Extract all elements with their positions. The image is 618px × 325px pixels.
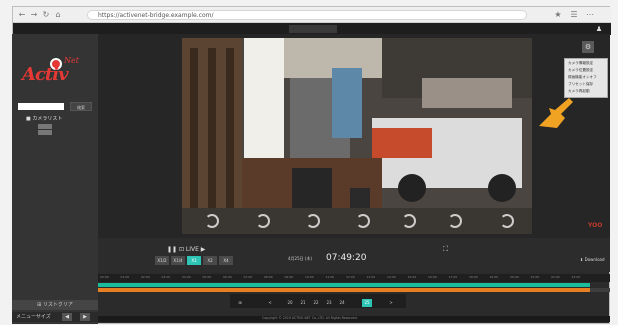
speed-button[interactable]: X4 xyxy=(219,256,233,265)
speed-button[interactable]: X1/4 xyxy=(171,256,185,265)
camera-tree-item[interactable] xyxy=(38,124,52,129)
menu-icon[interactable]: ☰ xyxy=(569,10,579,20)
timeline-tick-label: 03:00 xyxy=(161,275,171,279)
timeline-tick-label: 01:00 xyxy=(120,275,130,279)
logo: Activ Net xyxy=(22,56,92,90)
timeline-tick-label: 06:00 xyxy=(223,275,232,279)
pager-page-active[interactable]: 25 xyxy=(362,299,372,307)
timeline-tick-label: 02:00 xyxy=(141,275,150,279)
address-bar[interactable]: https://activenet-bridge.example.com/ xyxy=(87,10,527,20)
camera-search-input[interactable] xyxy=(18,103,64,110)
camera-tree-root[interactable]: ■ カメラリスト xyxy=(26,116,62,123)
timeline-tick-label: 00:00 xyxy=(100,275,109,279)
timeline-tick-label: 04:00 xyxy=(182,275,191,279)
timeline-tick-label: 15:00 xyxy=(407,275,417,279)
timeline-tick-label: 05:00 xyxy=(202,275,212,279)
timeline-tick-label: 20:00 xyxy=(510,275,519,279)
speed-button[interactable]: X1/2 xyxy=(155,256,169,265)
timeline-tick-label: 19:00 xyxy=(489,275,499,279)
download-button[interactable]: ⬇ Download xyxy=(580,257,605,262)
timeline-tick-label: 23:00 xyxy=(571,275,581,279)
timeline-tick-label: 13:00 xyxy=(366,275,376,279)
timeline-tick-label: 18:00 xyxy=(469,275,478,279)
search-button[interactable]: 検索 xyxy=(70,102,92,111)
timeline-tick-label: 09:00 xyxy=(284,275,294,279)
context-menu-item[interactable]: 録画機能オンオフ xyxy=(568,75,597,80)
forward-icon[interactable] xyxy=(500,214,514,228)
rewind-icon[interactable] xyxy=(205,214,219,228)
app-title xyxy=(289,25,337,33)
forward-icon[interactable] xyxy=(402,214,416,228)
context-menu: カメラ情報設定 カメラ位置設定 録画機能オンオフ プリセット保存 カメラ再起動 xyxy=(564,58,608,98)
context-menu-item[interactable]: プリセット保存 xyxy=(568,82,593,87)
forward-icon[interactable]: → xyxy=(29,10,39,20)
reload-icon[interactable]: ↻ xyxy=(41,10,51,20)
pager-page[interactable]: 21 xyxy=(298,299,308,307)
back-icon[interactable]: ← xyxy=(17,10,27,20)
pager-page[interactable]: 23 xyxy=(324,299,334,307)
timeline-tick-label: 17:00 xyxy=(448,275,458,279)
date-label: 4月25日 (木) xyxy=(288,256,313,261)
pointing-hand-icon xyxy=(539,98,573,128)
more-icon[interactable]: ⋯ xyxy=(585,10,595,20)
live-toggle[interactable]: ❚❚ ⊡ LIVE ▶ xyxy=(167,246,205,253)
timeline-tick-label: 11:00 xyxy=(325,275,335,279)
timeline-event-bar[interactable] xyxy=(98,288,590,292)
pager-page[interactable]: 22 xyxy=(311,299,321,307)
pager-page[interactable]: 20 xyxy=(285,299,295,307)
timeline-tick-label: 08:00 xyxy=(264,275,273,279)
fullscreen-icon[interactable]: ⛶ xyxy=(443,245,448,254)
time-label: 07:49:20 xyxy=(326,253,367,263)
settings-gear-icon[interactable]: ⚙ xyxy=(582,41,594,53)
camera-video[interactable] xyxy=(182,38,532,234)
browser-toolbar: ← → ↻ ⌂ https://activenet-bridge.example… xyxy=(13,7,611,23)
screenshot-frame: ← → ↻ ⌂ https://activenet-bridge.example… xyxy=(0,0,618,325)
timeline-tick-label: 22:00 xyxy=(551,275,560,279)
camera-tree-item[interactable] xyxy=(38,130,52,135)
camera-frame-image xyxy=(182,38,532,234)
pager-page[interactable]: 24 xyxy=(337,299,347,307)
pager-grid-icon[interactable]: ⊞ xyxy=(235,299,245,307)
url-text: https://activenet-bridge.example.com/ xyxy=(98,12,214,19)
pager-next[interactable]: > xyxy=(386,299,396,307)
timeline-tick-label: 07:00 xyxy=(243,275,253,279)
timeline-recorded-bar[interactable] xyxy=(98,283,590,287)
context-menu-item[interactable]: カメラ情報設定 xyxy=(568,61,593,66)
pager-prev[interactable]: < xyxy=(265,299,275,307)
rewind-icon[interactable] xyxy=(306,214,320,228)
timeline-tick-label: 10:00 xyxy=(305,275,314,279)
home-icon[interactable]: ⌂ xyxy=(53,10,63,20)
timeline-tick-label: 21:00 xyxy=(530,275,540,279)
speed-button-active[interactable]: X1 xyxy=(187,256,201,265)
forward-icon[interactable] xyxy=(448,214,462,228)
timeline-ticks: 00:00 01:00 02:00 03:00 04:00 05:00 06:00 07:00… xyxy=(98,274,610,282)
timeline-tick-label: 14:00 xyxy=(387,275,396,279)
watermark: YOO xyxy=(588,222,603,229)
forward-icon[interactable] xyxy=(356,214,370,228)
list-clear-button[interactable]: ⊞ リストクリア xyxy=(12,300,98,310)
context-menu-item[interactable]: カメラ位置設定 xyxy=(568,68,593,73)
context-menu-item[interactable]: カメラ再起動 xyxy=(568,89,590,94)
copyright: Copyright © 2019 ACTIVE-NET Co.,LTD. All… xyxy=(262,316,358,320)
logo-main: Activ xyxy=(22,64,69,85)
star-icon[interactable]: ★ xyxy=(553,10,563,20)
size-prev-button[interactable]: ◀ xyxy=(62,313,72,321)
user-icon[interactable]: ♟ xyxy=(593,24,605,34)
speed-button[interactable]: X2 xyxy=(203,256,217,265)
size-next-button[interactable]: ▶ xyxy=(80,313,90,321)
timeline-tick-label: 16:00 xyxy=(428,275,437,279)
logo-net: Net xyxy=(64,56,79,65)
timeline-tick-label: 12:00 xyxy=(346,275,355,279)
rewind-icon[interactable] xyxy=(256,214,270,228)
